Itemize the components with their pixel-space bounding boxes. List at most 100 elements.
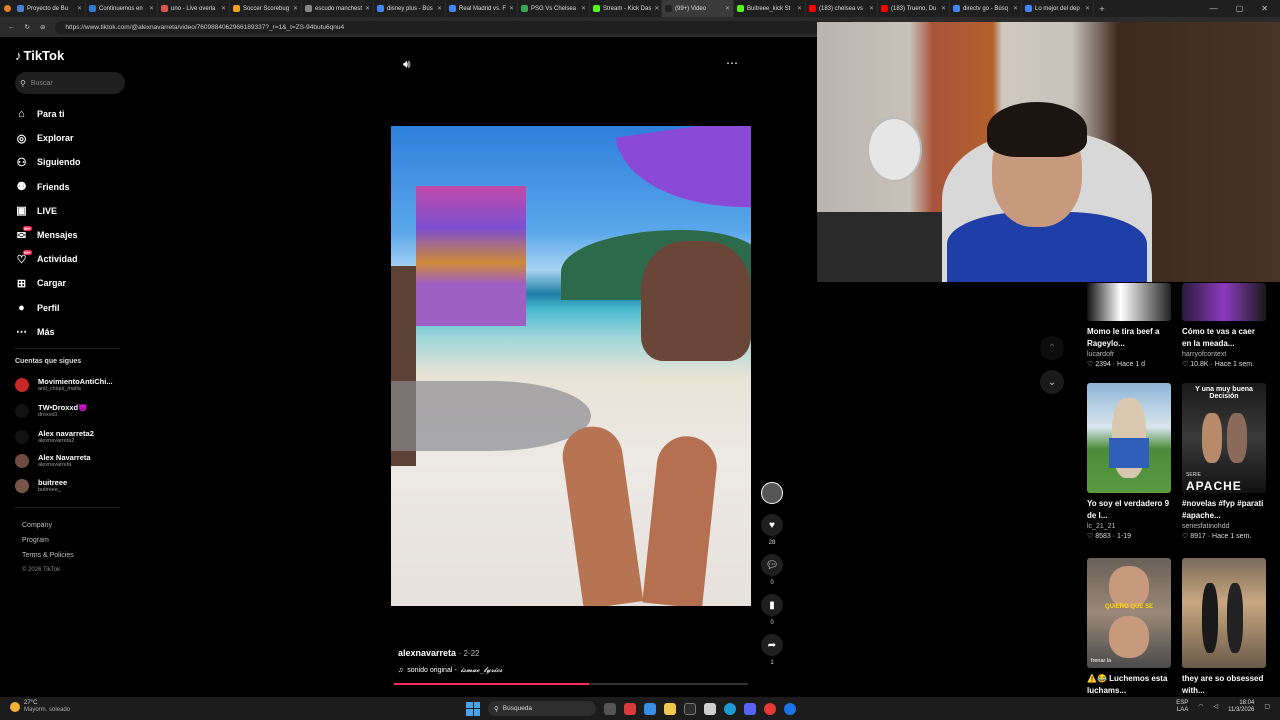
app-icon[interactable] bbox=[684, 702, 696, 715]
close-tab-icon[interactable]: ✕ bbox=[293, 5, 298, 12]
rec-card[interactable]: Yo soy el verdadero 9 de l... lc_21_21 ♡… bbox=[1087, 383, 1171, 540]
clock[interactable]: 18:04 11/3/2026 bbox=[1228, 700, 1254, 714]
close-tab-icon[interactable]: ✕ bbox=[77, 5, 82, 12]
chrome-icon[interactable] bbox=[784, 702, 796, 715]
close-tab-icon[interactable]: ✕ bbox=[581, 5, 586, 12]
language-indicator[interactable]: ESP LAA bbox=[1176, 700, 1188, 714]
rec-thumbnail[interactable] bbox=[1087, 383, 1171, 493]
file-explorer-icon[interactable] bbox=[664, 702, 676, 715]
rec-card[interactable]: QUIERO QUE SE frenar la ⚠️😂 Luchemos est… bbox=[1087, 558, 1171, 697]
followed-account[interactable]: MovimientoAntiChi... anti_chiqui_mafia bbox=[15, 377, 130, 393]
nav-item[interactable]: ▣ LIVE bbox=[15, 199, 130, 223]
video-progress-bar[interactable] bbox=[394, 683, 748, 685]
followed-account[interactable]: buitreee buitreee_ bbox=[15, 478, 130, 494]
footer-program[interactable]: Program bbox=[22, 533, 74, 548]
close-tab-icon[interactable]: ✕ bbox=[509, 5, 514, 12]
nav-item[interactable]: ● Perfil bbox=[15, 296, 130, 320]
like-icon[interactable]: ♥ bbox=[761, 514, 783, 536]
browser-tab[interactable]: PSG Vs Chelsea ✕ bbox=[518, 0, 590, 17]
footer-company[interactable]: Company bbox=[22, 518, 74, 533]
volume-icon[interactable]: 🔊︎ bbox=[403, 57, 411, 72]
minimize-icon[interactable]: — bbox=[1210, 4, 1218, 13]
close-tab-icon[interactable]: ✕ bbox=[365, 5, 370, 12]
wifi-icon[interactable]: ◠ bbox=[1198, 704, 1203, 711]
app-icon[interactable] bbox=[624, 702, 636, 715]
windows-start-icon[interactable] bbox=[466, 701, 480, 716]
rec-card[interactable]: Momo le tira beef a Rageylo... lucardofr… bbox=[1087, 283, 1171, 368]
nav-item[interactable]: ♡ 99+ Actividad bbox=[15, 247, 130, 271]
close-tab-icon[interactable]: ✕ bbox=[869, 5, 874, 12]
close-tab-icon[interactable]: ✕ bbox=[1085, 5, 1090, 12]
close-window-icon[interactable]: ✕ bbox=[1261, 4, 1268, 13]
close-tab-icon[interactable]: ✕ bbox=[437, 5, 442, 12]
rec-thumbnail[interactable] bbox=[1182, 558, 1266, 668]
site-info-icon[interactable]: ⊜ bbox=[40, 23, 45, 31]
taskbar-search[interactable]: ⚲ Búsqueda bbox=[488, 701, 596, 716]
rec-thumbnail[interactable]: QUIERO QUE SE frenar la bbox=[1087, 558, 1171, 668]
nav-item[interactable]: ⚇ Siguiendo bbox=[15, 150, 130, 174]
previous-video-button[interactable]: ⌃ bbox=[1040, 336, 1064, 360]
comment-icon[interactable]: 💬︎ bbox=[761, 554, 783, 576]
rec-thumbnail[interactable] bbox=[1182, 283, 1266, 321]
task-view-icon[interactable] bbox=[604, 702, 616, 715]
browser-tab[interactable]: Soccer Scorebug ✕ bbox=[230, 0, 302, 17]
close-tab-icon[interactable]: ✕ bbox=[221, 5, 226, 12]
browser-tab[interactable]: Continuemos en ✕ bbox=[86, 0, 158, 17]
more-options-icon[interactable]: ⋯ bbox=[726, 56, 739, 70]
app-icon[interactable] bbox=[764, 702, 776, 715]
discord-icon[interactable] bbox=[744, 702, 756, 715]
nav-item[interactable]: ⚉ Friends bbox=[15, 175, 130, 199]
edge-icon[interactable] bbox=[724, 702, 736, 715]
followed-account[interactable]: TW•Droxxd😈 droxxd1 bbox=[15, 403, 130, 419]
browser-tab[interactable]: Real Madrid vs. F ✕ bbox=[446, 0, 518, 17]
next-video-button[interactable]: ⌄ bbox=[1040, 370, 1064, 394]
browser-tab[interactable]: (183) Trueno, Du ✕ bbox=[878, 0, 950, 17]
weather-widget[interactable]: 27°C Mayorm. soleado bbox=[10, 700, 70, 714]
share-icon[interactable]: ➦ bbox=[761, 634, 783, 656]
browser-tab[interactable]: Proyecto de Bu ✕ bbox=[14, 0, 86, 17]
followed-account[interactable]: Alex navarreta2 alexnavarreta2 bbox=[15, 429, 130, 445]
video-sound[interactable]: ♫ sonido original - 𝓲𝓼𝓶𝓪𝓮_𝓵𝔂𝓻𝓲𝓬𝓼 bbox=[398, 666, 502, 675]
volume-tray-icon[interactable]: ◁ bbox=[1213, 704, 1218, 711]
search-box[interactable]: ⚲ Buscar bbox=[15, 72, 125, 94]
author-avatar[interactable] bbox=[761, 482, 783, 504]
nav-item[interactable]: ⋯ Más bbox=[15, 320, 130, 344]
bookmark-icon[interactable]: ▮ bbox=[761, 594, 783, 616]
store-icon[interactable] bbox=[704, 702, 716, 715]
video-author[interactable]: alexnavarreta bbox=[398, 648, 456, 658]
nav-item[interactable]: ◎ Explorar bbox=[15, 126, 130, 150]
browser-tab[interactable]: (99+) Video ✕ bbox=[662, 0, 734, 17]
rec-thumbnail[interactable]: Y una muy buena Decisión SERIE APACHE bbox=[1182, 383, 1266, 493]
browser-tab[interactable]: disney plus - Bús ✕ bbox=[374, 0, 446, 17]
nav-item[interactable]: ⌂ Para ti bbox=[15, 102, 130, 126]
back-icon[interactable]: ← bbox=[8, 24, 15, 31]
nav-item[interactable]: ⊞ Cargar bbox=[15, 271, 130, 295]
close-tab-icon[interactable]: ✕ bbox=[725, 5, 730, 12]
copilot-icon[interactable] bbox=[644, 702, 656, 715]
maximize-icon[interactable]: ▢ bbox=[1236, 4, 1244, 13]
new-tab-button[interactable]: + bbox=[1094, 4, 1110, 14]
close-tab-icon[interactable]: ✕ bbox=[149, 5, 154, 12]
rec-card[interactable]: Cómo te vas a caer en la meada... harryo… bbox=[1182, 283, 1266, 368]
browser-tab[interactable]: Stream - Kick Das ✕ bbox=[590, 0, 662, 17]
browser-tab[interactable]: escudo manchest ✕ bbox=[302, 0, 374, 17]
browser-tab[interactable]: (183) chelsea vs ✕ bbox=[806, 0, 878, 17]
profile-icon[interactable] bbox=[0, 0, 14, 17]
close-tab-icon[interactable]: ✕ bbox=[941, 5, 946, 12]
rec-thumbnail[interactable] bbox=[1087, 283, 1171, 321]
rec-card[interactable]: they are so obsessed with... bbox=[1182, 558, 1266, 697]
close-tab-icon[interactable]: ✕ bbox=[654, 5, 659, 12]
notification-icon[interactable]: ▢ bbox=[1264, 704, 1270, 711]
browser-tab[interactable]: Buitreee_kick St ✕ bbox=[734, 0, 806, 17]
tiktok-logo[interactable]: ♪ TikTok bbox=[15, 48, 64, 63]
browser-tab[interactable]: directv go - Búsq ✕ bbox=[950, 0, 1022, 17]
browser-tab[interactable]: Lo mejor del dep ✕ bbox=[1022, 0, 1094, 17]
url-field[interactable]: https://www.tiktok.com/@alexnavarreta/vi… bbox=[55, 20, 856, 34]
video-frame[interactable] bbox=[391, 126, 751, 606]
close-tab-icon[interactable]: ✕ bbox=[1013, 5, 1018, 12]
reload-icon[interactable]: ↻ bbox=[25, 23, 30, 31]
followed-account[interactable]: Alex Navarreta alexnavarreta bbox=[15, 453, 130, 469]
close-tab-icon[interactable]: ✕ bbox=[797, 5, 802, 12]
footer-terms[interactable]: Terms & Policies bbox=[22, 548, 74, 563]
nav-item[interactable]: ✉ 99+ Mensajes bbox=[15, 223, 130, 247]
